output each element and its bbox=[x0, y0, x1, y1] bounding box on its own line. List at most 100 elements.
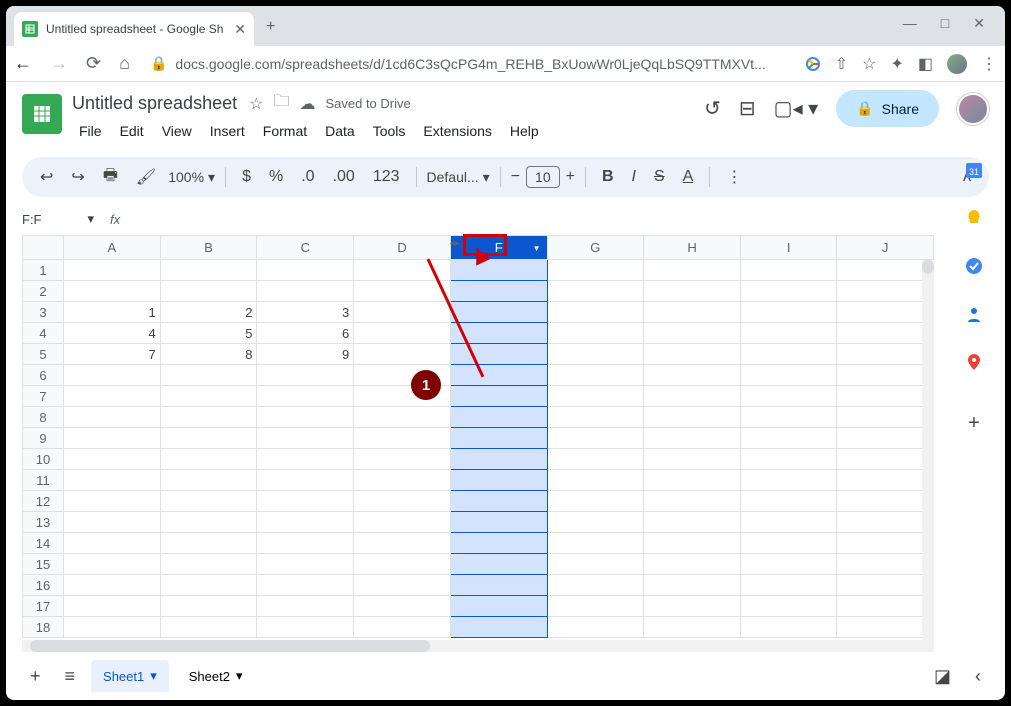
menu-help[interactable]: Help bbox=[503, 119, 546, 143]
cell-F9[interactable] bbox=[450, 428, 547, 449]
cell-D15[interactable] bbox=[354, 554, 451, 575]
cell-A6[interactable] bbox=[64, 365, 161, 386]
italic-icon[interactable]: I bbox=[626, 164, 642, 190]
menu-insert[interactable]: Insert bbox=[203, 119, 252, 143]
row-header-6[interactable]: 6 bbox=[23, 365, 64, 386]
cell-G11[interactable] bbox=[547, 470, 644, 491]
row-header-11[interactable]: 11 bbox=[23, 470, 64, 491]
star-icon[interactable]: ☆ bbox=[862, 54, 876, 74]
cell-B10[interactable] bbox=[160, 449, 257, 470]
cell-H1[interactable] bbox=[644, 260, 741, 281]
browser-tab[interactable]: Untitled spreadsheet - Google Sh ✕ bbox=[14, 12, 254, 46]
cell-C18[interactable] bbox=[257, 617, 354, 638]
strike-icon[interactable]: S bbox=[648, 164, 671, 190]
cell-D14[interactable] bbox=[354, 533, 451, 554]
cell-H16[interactable] bbox=[644, 575, 741, 596]
cell-B13[interactable] bbox=[160, 512, 257, 533]
cell-B9[interactable] bbox=[160, 428, 257, 449]
profile-avatar-icon[interactable] bbox=[947, 54, 967, 74]
new-tab-button[interactable]: + bbox=[266, 18, 275, 36]
cell-J11[interactable] bbox=[837, 470, 934, 491]
add-sheet-icon[interactable]: + bbox=[22, 660, 49, 693]
cell-G4[interactable] bbox=[547, 323, 644, 344]
cell-C12[interactable] bbox=[257, 491, 354, 512]
row-header-13[interactable]: 13 bbox=[23, 512, 64, 533]
cell-D17[interactable] bbox=[354, 596, 451, 617]
cell-H13[interactable] bbox=[644, 512, 741, 533]
cell-G16[interactable] bbox=[547, 575, 644, 596]
cell-F10[interactable] bbox=[450, 449, 547, 470]
cell-I6[interactable] bbox=[740, 365, 836, 386]
inc-font-icon[interactable]: + bbox=[566, 168, 575, 186]
cell-B7[interactable] bbox=[160, 386, 257, 407]
cell-B16[interactable] bbox=[160, 575, 257, 596]
maps-icon[interactable] bbox=[964, 352, 984, 372]
cell-F13[interactable] bbox=[450, 512, 547, 533]
cell-C3[interactable]: 3 bbox=[257, 302, 354, 323]
cell-D2[interactable] bbox=[354, 281, 451, 302]
cell-G6[interactable] bbox=[547, 365, 644, 386]
cell-C7[interactable] bbox=[257, 386, 354, 407]
contacts-icon[interactable] bbox=[964, 304, 984, 324]
cell-H14[interactable] bbox=[644, 533, 741, 554]
row-header-5[interactable]: 5 bbox=[23, 344, 64, 365]
cell-G9[interactable] bbox=[547, 428, 644, 449]
cell-F14[interactable] bbox=[450, 533, 547, 554]
row-header-10[interactable]: 10 bbox=[23, 449, 64, 470]
cell-F2[interactable] bbox=[450, 281, 547, 302]
cell-A9[interactable] bbox=[64, 428, 161, 449]
cell-F6[interactable] bbox=[450, 365, 547, 386]
cell-J17[interactable] bbox=[837, 596, 934, 617]
close-window-icon[interactable]: ✕ bbox=[973, 15, 985, 32]
add-ons-icon[interactable]: + bbox=[968, 412, 980, 435]
cell-I7[interactable] bbox=[740, 386, 836, 407]
cell-B1[interactable] bbox=[160, 260, 257, 281]
back-icon[interactable]: ← bbox=[14, 53, 32, 74]
row-header-12[interactable]: 12 bbox=[23, 491, 64, 512]
cell-B17[interactable] bbox=[160, 596, 257, 617]
row-header-1[interactable]: 1 bbox=[23, 260, 64, 281]
cell-D12[interactable] bbox=[354, 491, 451, 512]
extensions-icon[interactable]: ✦ bbox=[890, 54, 903, 74]
row-header-4[interactable]: 4 bbox=[23, 323, 64, 344]
cell-J9[interactable] bbox=[837, 428, 934, 449]
row-header-3[interactable]: 3 bbox=[23, 302, 64, 323]
cell-F8[interactable] bbox=[450, 407, 547, 428]
col-header-G[interactable]: G bbox=[547, 236, 644, 260]
col-header-J[interactable]: J bbox=[837, 236, 934, 260]
cell-G18[interactable] bbox=[547, 617, 644, 638]
cell-J5[interactable] bbox=[837, 344, 934, 365]
bold-icon[interactable]: B bbox=[596, 164, 620, 190]
cell-F17[interactable] bbox=[450, 596, 547, 617]
print-icon[interactable]: 🖶 bbox=[97, 160, 124, 195]
cell-J7[interactable] bbox=[837, 386, 934, 407]
inc-decimal-icon[interactable]: .00 bbox=[327, 164, 361, 190]
col-header-B[interactable]: B bbox=[160, 236, 257, 260]
cell-I9[interactable] bbox=[740, 428, 836, 449]
row-header-16[interactable]: 16 bbox=[23, 575, 64, 596]
cell-F16[interactable] bbox=[450, 575, 547, 596]
cell-A18[interactable] bbox=[64, 617, 161, 638]
redo-icon[interactable]: ↪ bbox=[65, 163, 90, 191]
move-doc-icon[interactable]: 🗀 bbox=[273, 90, 289, 117]
row-header-7[interactable]: 7 bbox=[23, 386, 64, 407]
menu-extensions[interactable]: Extensions bbox=[416, 119, 498, 143]
cell-D4[interactable] bbox=[354, 323, 451, 344]
cell-D10[interactable] bbox=[354, 449, 451, 470]
cell-A12[interactable] bbox=[64, 491, 161, 512]
cell-B18[interactable] bbox=[160, 617, 257, 638]
unhide-arrows-icon[interactable]: ◂▸ bbox=[450, 238, 460, 249]
cell-I17[interactable] bbox=[740, 596, 836, 617]
cell-F15[interactable] bbox=[450, 554, 547, 575]
cell-H11[interactable] bbox=[644, 470, 741, 491]
cell-H4[interactable] bbox=[644, 323, 741, 344]
cell-I15[interactable] bbox=[740, 554, 836, 575]
cell-J4[interactable] bbox=[837, 323, 934, 344]
cell-A11[interactable] bbox=[64, 470, 161, 491]
cell-A4[interactable]: 4 bbox=[64, 323, 161, 344]
cell-A1[interactable] bbox=[64, 260, 161, 281]
cell-C10[interactable] bbox=[257, 449, 354, 470]
side-panel-collapse-icon[interactable]: ‹ bbox=[967, 660, 989, 693]
cell-G13[interactable] bbox=[547, 512, 644, 533]
cell-H3[interactable] bbox=[644, 302, 741, 323]
